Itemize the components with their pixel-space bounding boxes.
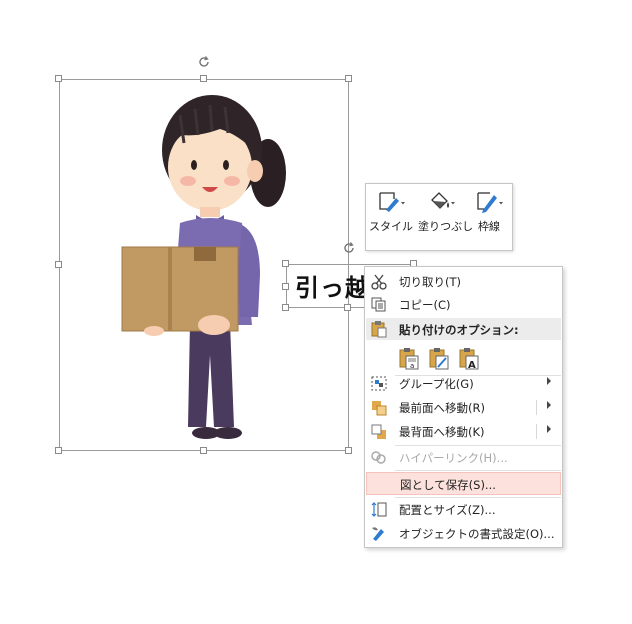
textbox-handle-bottom[interactable] xyxy=(344,304,351,311)
paste-options-header: 貼り付けのオプション: xyxy=(366,318,561,340)
outline-label: 枠線 xyxy=(478,220,500,233)
menu-item-send-to-back[interactable]: 最背面へ移動(K) xyxy=(366,420,561,443)
context-menu: 切り取り(T) コピー(C) 貼り付けのオプション: a A グループ化(G) xyxy=(364,266,563,548)
shape-style-icon xyxy=(379,192,405,212)
fill-button[interactable]: 塗りつぶし xyxy=(418,190,474,246)
menu-item-copy[interactable]: コピー(C) xyxy=(366,293,561,316)
textbox-rotate-handle-icon[interactable] xyxy=(342,240,356,254)
paste-keep-source-formatting-icon[interactable] xyxy=(428,347,450,370)
style-button[interactable]: スタイル xyxy=(368,190,414,246)
woman-carrying-box-illustration xyxy=(110,85,300,445)
pencil-outline-icon xyxy=(477,192,503,213)
resize-handle-top[interactable] xyxy=(200,75,207,82)
menu-item-format-object-label: オブジェクトの書式設定(O)... xyxy=(399,527,555,541)
mini-toolbar: スタイル 塗りつぶし 枠線 xyxy=(365,183,513,251)
submenu-arrow-icon[interactable] xyxy=(547,401,551,409)
paste-text-only-icon[interactable]: A xyxy=(458,347,480,371)
menu-item-group[interactable]: グループ化(G) xyxy=(366,372,561,395)
style-label: スタイル xyxy=(369,220,413,233)
menu-item-cut-label: 切り取り(T) xyxy=(399,275,461,289)
send-to-back-icon xyxy=(370,423,388,440)
menu-item-size-and-position[interactable]: 配置とサイズ(Z)... xyxy=(366,498,561,521)
fill-label: 塗りつぶし xyxy=(418,220,474,233)
resize-handle-top-right[interactable] xyxy=(345,75,352,82)
scissors-icon xyxy=(370,273,388,290)
textbox-handle-top-left[interactable] xyxy=(282,260,289,267)
menu-item-save-as-picture-label: 図として保存(S)... xyxy=(400,478,496,492)
menu-item-hyperlink-label: ハイパーリンク(H)... xyxy=(399,451,508,465)
paste-options-label: 貼り付けのオプション: xyxy=(399,323,519,337)
paste-use-destination-theme-icon[interactable]: a xyxy=(398,347,420,370)
textbox-handle-left[interactable] xyxy=(282,283,289,290)
resize-handle-left[interactable] xyxy=(55,261,62,268)
menu-item-send-to-back-label: 最背面へ移動(K) xyxy=(399,425,485,439)
menu-separator xyxy=(395,470,561,471)
paint-bucket-icon xyxy=(431,192,455,209)
resize-handle-top-left[interactable] xyxy=(55,75,62,82)
menu-item-cut[interactable]: 切り取り(T) xyxy=(366,270,561,293)
outline-button[interactable]: 枠線 xyxy=(466,190,512,246)
split-divider xyxy=(536,400,537,415)
menu-item-hyperlink: ハイパーリンク(H)... xyxy=(366,446,561,469)
size-position-icon xyxy=(370,501,388,518)
format-object-icon xyxy=(370,525,388,542)
submenu-arrow-icon[interactable] xyxy=(547,425,551,433)
textbox-handle-bottom-left[interactable] xyxy=(282,304,289,311)
menu-item-group-label: グループ化(G) xyxy=(399,377,474,391)
menu-item-copy-label: コピー(C) xyxy=(399,298,451,312)
menu-item-save-as-picture[interactable]: 図として保存(S)... xyxy=(366,472,561,495)
menu-item-bring-to-front-label: 最前面へ移動(R) xyxy=(399,401,485,415)
resize-handle-bottom-right[interactable] xyxy=(345,447,352,454)
rotate-handle-icon[interactable] xyxy=(197,54,211,68)
paste-options-row: a A xyxy=(366,343,561,373)
menu-item-size-and-position-label: 配置とサイズ(Z)... xyxy=(399,503,496,517)
svg-text:a: a xyxy=(410,362,414,370)
hyperlink-icon xyxy=(370,449,388,466)
resize-handle-bottom-left[interactable] xyxy=(55,447,62,454)
menu-item-format-object[interactable]: オブジェクトの書式設定(O)... xyxy=(366,522,561,545)
svg-text:A: A xyxy=(468,360,476,370)
split-divider xyxy=(536,424,537,439)
submenu-arrow-icon xyxy=(547,377,551,385)
paste-clipboard-icon xyxy=(370,320,388,342)
copy-icon xyxy=(370,296,388,313)
bring-to-front-icon xyxy=(370,399,388,416)
menu-item-bring-to-front[interactable]: 最前面へ移動(R) xyxy=(366,396,561,419)
textbox-text[interactable]: 引っ越 xyxy=(295,268,370,303)
group-icon xyxy=(370,375,388,392)
resize-handle-bottom[interactable] xyxy=(200,447,207,454)
